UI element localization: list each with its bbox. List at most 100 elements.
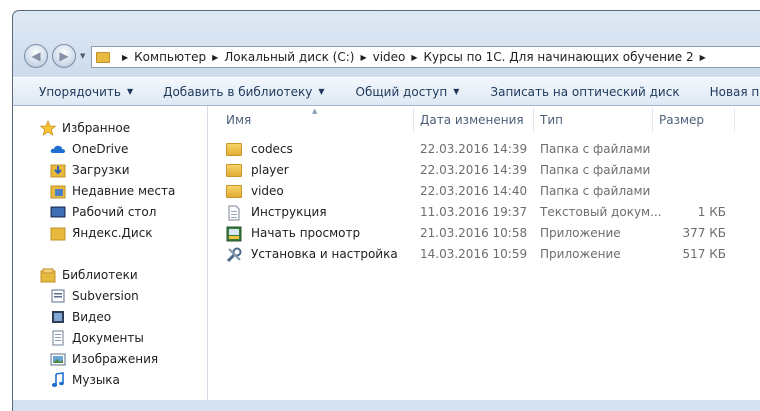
file-name-cell: video — [226, 181, 284, 202]
file-name: Начать просмотр — [251, 226, 361, 240]
nav-favorites[interactable]: Избранное — [39, 119, 130, 136]
new-folder-button[interactable]: Новая папка — [710, 85, 760, 99]
column-header-name[interactable]: Имя — [226, 108, 412, 132]
file-date: 11.03.2016 19:37 — [420, 205, 528, 219]
file-date: 22.03.2016 14:39 — [420, 163, 528, 177]
pictures-icon — [50, 351, 66, 367]
nav-item-label: OneDrive — [72, 142, 129, 156]
desktop-icon — [50, 204, 66, 220]
nav-item-label: Subversion — [72, 289, 139, 303]
dropdown-arrow-icon: ▼ — [318, 87, 325, 96]
dropdown-arrow-icon: ▼ — [126, 87, 134, 96]
sort-arrow-icon: ▲ — [312, 107, 318, 115]
share-label: Общий доступ — [355, 84, 448, 99]
chevron-right-icon[interactable]: ▶ — [122, 53, 128, 62]
file-size: 517 КБ — [682, 247, 726, 261]
chevron-right-icon[interactable]: ▶ — [212, 53, 218, 62]
burn-button[interactable]: Записать на оптический диск — [490, 85, 679, 99]
column-header-label: Дата изменения — [420, 113, 524, 127]
back-button[interactable]: ◀ — [24, 44, 48, 68]
nav-libraries[interactable]: Библиотеки — [40, 267, 138, 283]
folder-icon — [50, 225, 66, 241]
organize-label: Упорядочить — [39, 84, 121, 99]
organize-button[interactable]: Упорядочить ▼ — [39, 85, 133, 99]
nav-item-recent-places[interactable]: Недавние места — [50, 183, 175, 199]
text-document-icon — [226, 205, 242, 221]
libraries-icon — [40, 267, 56, 283]
file-type: Текстовый докум... — [540, 205, 662, 219]
file-name-cell: player — [226, 160, 289, 181]
downloads-folder-icon — [50, 162, 66, 178]
column-divider[interactable] — [413, 108, 414, 132]
nav-item-label: Изображения — [72, 352, 159, 366]
file-name: player — [251, 163, 289, 177]
nav-item-label: Рабочий стол — [72, 205, 157, 219]
nav-item-label: Недавние места — [72, 184, 176, 198]
forward-button[interactable]: ▶ — [52, 44, 76, 68]
file-date: 22.03.2016 14:39 — [420, 142, 528, 156]
nav-item-documents[interactable]: Документы — [50, 330, 144, 346]
dropdown-arrow-icon: ▼ — [453, 87, 460, 96]
file-name: Установка и настройка — [251, 247, 398, 261]
nav-item-desktop[interactable]: Рабочий стол — [50, 204, 156, 220]
nav-item-video[interactable]: Видео — [50, 309, 111, 325]
column-divider[interactable] — [652, 108, 653, 132]
file-type: Папка с файлами — [540, 163, 651, 177]
nav-item-label: Яндекс.Диск — [72, 226, 153, 240]
nav-item-label: Документы — [72, 331, 144, 345]
share-button[interactable]: Общий доступ ▼ — [356, 85, 460, 99]
breadcrumb-computer[interactable]: Компьютер — [134, 50, 206, 64]
nav-libraries-label: Библиотеки — [62, 268, 138, 282]
folder-icon — [226, 143, 242, 156]
breadcrumb-course[interactable]: Курсы по 1С. Для начинающих обучение 2 — [424, 50, 694, 64]
navigation-pane: Избранное OneDrive Загрузки Недавние мес… — [13, 106, 208, 400]
column-divider[interactable] — [734, 108, 735, 132]
star-icon — [39, 119, 57, 136]
column-header-type[interactable]: Тип — [540, 108, 650, 132]
file-type: Папка с файлами — [540, 142, 651, 156]
file-size: 1 КБ — [697, 205, 726, 219]
breadcrumb-video[interactable]: video — [373, 50, 406, 64]
documents-icon — [50, 330, 66, 346]
nav-item-pictures[interactable]: Изображения — [50, 351, 158, 367]
file-row[interactable]: player 22.03.2016 14:39 Папка с файлами — [222, 160, 742, 181]
command-bar: Упорядочить ▼ Добавить в библиотеку ▼ Об… — [13, 77, 760, 106]
chevron-right-icon[interactable]: ▶ — [411, 53, 417, 62]
file-row[interactable]: Инструкция 11.03.2016 19:37 Текстовый до… — [222, 202, 742, 223]
nav-item-subversion[interactable]: Subversion — [50, 288, 139, 304]
music-note-icon — [50, 372, 66, 388]
nav-item-yandex-disk[interactable]: Яндекс.Диск — [50, 225, 153, 241]
file-size: 377 КБ — [682, 226, 726, 240]
file-name-cell: codecs — [226, 139, 293, 160]
file-row[interactable]: codecs 22.03.2016 14:39 Папка с файлами — [222, 139, 742, 160]
nav-item-downloads[interactable]: Загрузки — [50, 162, 130, 178]
column-header-date[interactable]: Дата изменения — [420, 108, 532, 132]
breadcrumb-local-disk[interactable]: Локальный диск (C:) — [224, 50, 354, 64]
folder-icon — [226, 164, 242, 177]
chevron-right-icon[interactable]: ▶ — [360, 53, 366, 62]
file-name-cell: Установка и настройка — [226, 244, 398, 265]
chevron-right-icon[interactable]: ▶ — [700, 53, 706, 62]
file-type: Приложение — [540, 247, 621, 261]
file-date: 22.03.2016 14:40 — [420, 184, 528, 198]
address-bar[interactable]: ▶ Компьютер ▶ Локальный диск (C:) ▶ vide… — [91, 46, 760, 68]
column-header-label: Имя — [226, 113, 252, 127]
folder-icon — [96, 51, 110, 63]
add-to-library-label: Добавить в библиотеку — [163, 84, 313, 99]
file-name: Инструкция — [251, 205, 327, 219]
file-type: Папка с файлами — [540, 184, 651, 198]
add-to-library-button[interactable]: Добавить в библиотеку ▼ — [163, 85, 324, 99]
setup-tools-icon — [226, 247, 242, 263]
nav-item-onedrive[interactable]: OneDrive — [50, 141, 128, 157]
file-row[interactable]: Начать просмотр 21.03.2016 10:58 Приложе… — [222, 223, 742, 244]
column-divider[interactable] — [533, 108, 534, 132]
column-header-label: Тип — [540, 113, 563, 127]
file-row[interactable]: Установка и настройка 14.03.2016 10:59 П… — [222, 244, 742, 265]
cloud-icon — [50, 141, 66, 157]
video-icon — [50, 309, 66, 325]
nav-item-music[interactable]: Музыка — [50, 372, 120, 388]
column-header-size[interactable]: Размер — [659, 108, 733, 132]
recent-pages-dropdown-icon[interactable]: ▼ — [80, 52, 85, 60]
file-row[interactable]: video 22.03.2016 14:40 Папка с файлами — [222, 181, 742, 202]
recent-places-icon — [50, 183, 66, 199]
